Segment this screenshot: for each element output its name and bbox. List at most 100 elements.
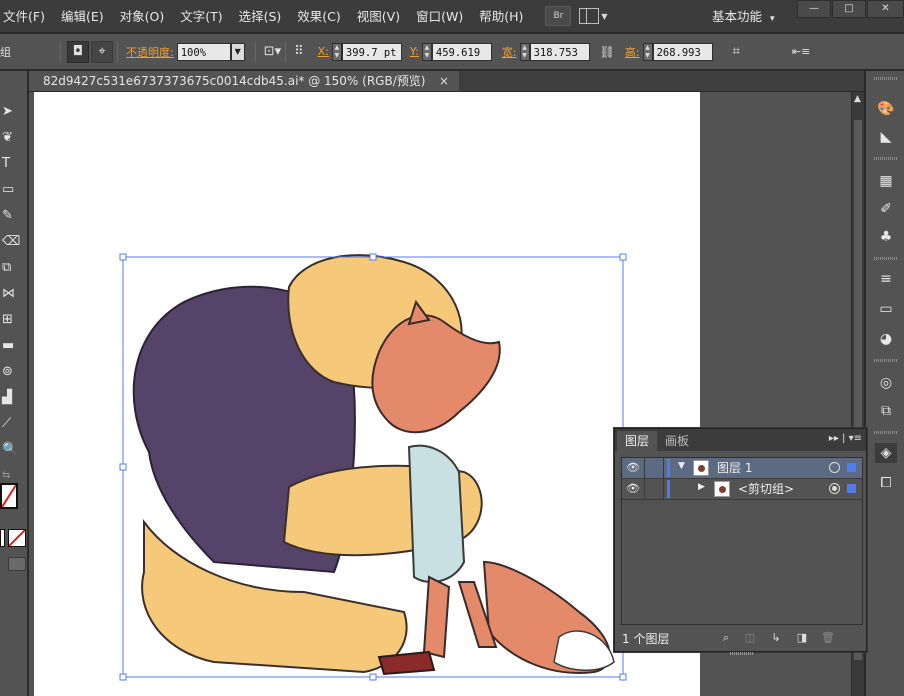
- panel-menu-icon[interactable]: ⇤≡: [792, 45, 810, 58]
- dock-grip[interactable]: [874, 431, 898, 434]
- selection-tool-icon[interactable]: ➤: [0, 101, 26, 123]
- menu-window[interactable]: 窗口(W): [408, 0, 471, 33]
- lock-toggle[interactable]: [644, 479, 664, 499]
- gradient-tool-icon[interactable]: ▬: [0, 335, 26, 357]
- layer-name[interactable]: <剪切组>: [738, 479, 794, 499]
- collapsed-triangle-icon[interactable]: ▶: [698, 482, 705, 492]
- screen-mode-button[interactable]: [8, 557, 26, 571]
- swatches-icon[interactable]: ▦: [875, 171, 897, 191]
- zoom-tool-icon[interactable]: 🔍: [0, 439, 26, 461]
- opacity-label[interactable]: 不透明度:: [126, 44, 174, 60]
- rectangle-tool-icon[interactable]: ▭: [0, 179, 26, 201]
- x-stepper[interactable]: ▲ ▼: [331, 42, 342, 61]
- locate-object-icon[interactable]: ⌕: [719, 631, 733, 645]
- graphic-styles-icon[interactable]: ⧉: [875, 401, 897, 421]
- dock-grip[interactable]: [874, 77, 898, 80]
- blend-tool-icon[interactable]: ⊚: [0, 361, 26, 383]
- color-guide-icon[interactable]: ◣: [875, 127, 897, 147]
- color-mode-button[interactable]: [0, 529, 5, 547]
- align-grid-icon[interactable]: ⠿: [294, 44, 304, 59]
- recolor-icon[interactable]: ⊡▾: [264, 44, 281, 59]
- menu-view[interactable]: 视图(V): [349, 0, 408, 33]
- expand-triangle-icon[interactable]: ▼: [678, 461, 685, 471]
- none-icon: [8, 529, 26, 547]
- transform-icon[interactable]: ⌗: [733, 44, 740, 59]
- dock-grip[interactable]: [874, 257, 898, 260]
- x-field[interactable]: 399.7 pt: [341, 42, 402, 61]
- menu-type[interactable]: 文字(T): [172, 0, 230, 33]
- brushes-icon[interactable]: ✐: [875, 199, 897, 219]
- height-field[interactable]: 268.993: [652, 42, 713, 61]
- lasso-tool-icon[interactable]: ❦: [0, 127, 26, 149]
- menu-effect[interactable]: 效果(C): [289, 0, 348, 33]
- stroke-icon[interactable]: ≡: [875, 269, 897, 289]
- maximize-button[interactable]: □: [832, 0, 866, 18]
- y-field[interactable]: 459.619: [431, 42, 492, 61]
- gradient-icon[interactable]: ▭: [875, 299, 897, 319]
- artwork[interactable]: [34, 92, 700, 696]
- width-field[interactable]: 318.753: [529, 42, 590, 61]
- symbols-icon[interactable]: ♣: [875, 227, 897, 247]
- chevron-down-icon[interactable]: ▼: [230, 42, 245, 61]
- artboards-icon[interactable]: ⧠: [875, 473, 897, 493]
- free-transform-icon[interactable]: ⋈: [0, 283, 26, 305]
- tab-layers[interactable]: 图层: [617, 431, 658, 451]
- lock-toggle[interactable]: [644, 458, 664, 478]
- document-tab[interactable]: 82d9427c531e6737373675c0014cdb45.ai* @ 1…: [29, 71, 459, 92]
- artboard[interactable]: [34, 92, 700, 696]
- type-tool-icon[interactable]: T: [0, 153, 26, 175]
- menu-file[interactable]: 文件(F): [0, 0, 53, 33]
- layer-row[interactable]: 👁 ▶ <剪切组>: [622, 479, 862, 500]
- layers-icon[interactable]: ◈: [875, 443, 897, 463]
- height-stepper[interactable]: ▲ ▼: [642, 42, 653, 61]
- target-circle-icon[interactable]: [829, 483, 840, 494]
- scroll-up-icon[interactable]: ▲: [854, 94, 861, 104]
- tab-artboards[interactable]: 画板: [657, 431, 697, 451]
- visibility-eye-icon[interactable]: 👁: [625, 482, 641, 496]
- workspace-switcher[interactable]: 基本功能 ▾: [712, 0, 775, 33]
- menu-help[interactable]: 帮助(H): [471, 0, 531, 33]
- close-window-button[interactable]: ✕: [867, 0, 904, 18]
- make-clipping-mask-icon[interactable]: ◫: [743, 631, 757, 645]
- width-label: 宽:: [501, 45, 517, 59]
- appearance-icon[interactable]: ◎: [875, 373, 897, 393]
- target-icon[interactable]: ⌖: [91, 40, 113, 63]
- link-proportions-icon[interactable]: ⛓: [600, 45, 615, 59]
- pencil-tool-icon[interactable]: ✎: [0, 205, 26, 227]
- scale-tool-icon[interactable]: ⧉: [0, 257, 26, 279]
- selection-indicator[interactable]: [847, 484, 856, 493]
- isolate-group-button[interactable]: ◘: [67, 40, 89, 63]
- dock-grip[interactable]: [874, 157, 898, 160]
- menu-object[interactable]: 对象(O): [112, 0, 173, 33]
- column-graph-tool-icon[interactable]: ▟: [0, 387, 26, 409]
- target-circle-icon[interactable]: [829, 462, 840, 473]
- visibility-eye-icon[interactable]: 👁: [625, 461, 641, 475]
- arrange-documents-button[interactable]: ▼: [579, 6, 608, 26]
- width-stepper[interactable]: ▲ ▼: [519, 42, 530, 61]
- new-layer-icon[interactable]: ◨: [795, 631, 809, 645]
- eyedropper-tool-icon[interactable]: ⟋: [0, 413, 26, 435]
- dock-grip[interactable]: [874, 359, 898, 362]
- menu-edit[interactable]: 编辑(E): [53, 0, 112, 33]
- layer-name[interactable]: 图层 1: [717, 458, 752, 478]
- eraser-tool-icon[interactable]: ⌫: [0, 231, 26, 253]
- minimize-button[interactable]: —: [797, 0, 831, 18]
- layer-row[interactable]: 👁 ▼ 图层 1: [622, 458, 862, 479]
- shape-builder-icon[interactable]: ⊞: [0, 309, 26, 331]
- menu-select[interactable]: 选择(S): [231, 0, 290, 33]
- delete-layer-icon[interactable]: 🗑: [821, 631, 835, 645]
- man-shoe: [377, 650, 436, 676]
- x-label: X:: [317, 45, 329, 58]
- selection-indicator[interactable]: [847, 463, 856, 472]
- none-mode-button[interactable]: [8, 529, 26, 547]
- panel-menu-icon[interactable]: ▸▸ | ▾≡: [829, 433, 862, 444]
- opacity-field[interactable]: 100%: [176, 42, 231, 61]
- close-icon[interactable]: ×: [439, 71, 449, 92]
- panel-resize-grip[interactable]: [730, 652, 754, 655]
- bridge-button[interactable]: Br: [545, 6, 572, 26]
- transparency-icon[interactable]: ◕: [875, 329, 897, 349]
- fill-swatch[interactable]: [0, 483, 18, 509]
- y-stepper[interactable]: ▲ ▼: [421, 42, 432, 61]
- color-palette-icon[interactable]: 🎨: [875, 99, 897, 119]
- create-sublayer-icon[interactable]: ↳: [769, 631, 783, 645]
